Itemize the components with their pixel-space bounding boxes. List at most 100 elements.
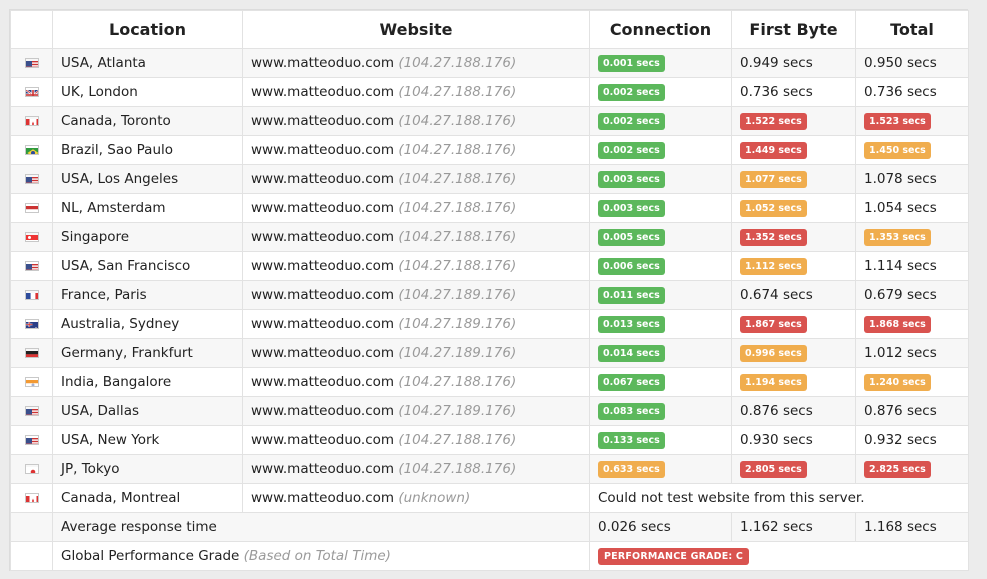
first-byte-cell-badge: 1.112 secs bbox=[740, 258, 807, 275]
header-first-byte[interactable]: First Byte bbox=[731, 10, 856, 49]
average-total-value: 1.168 secs bbox=[864, 519, 937, 535]
location-text: USA, Atlanta bbox=[61, 55, 146, 71]
header-total[interactable]: Total bbox=[855, 10, 969, 49]
india-flag-icon bbox=[24, 377, 39, 387]
table-row: Brazil, Sao Paulo www.matteoduo.com (104.… bbox=[10, 135, 969, 165]
connection-cell-badge: 0.002 secs bbox=[598, 142, 665, 159]
error-cell: Could not test website from this server. bbox=[589, 483, 969, 513]
flag-cell bbox=[10, 77, 53, 107]
first-byte-cell: 0.930 secs bbox=[731, 425, 856, 455]
connection-cell: 0.001 secs bbox=[589, 48, 732, 78]
total-cell-badge: 1.868 secs bbox=[864, 316, 931, 333]
singapore-flag-icon bbox=[24, 232, 39, 242]
header-connection[interactable]: Connection bbox=[589, 10, 732, 49]
website-text: www.matteoduo.com bbox=[251, 84, 395, 100]
first-byte-cell: 1.867 secs bbox=[731, 309, 856, 339]
australia-flag-icon bbox=[24, 319, 39, 329]
website-cell: www.matteoduo.com (104.27.189.176) bbox=[242, 309, 590, 339]
location-text: France, Paris bbox=[61, 287, 147, 303]
flag-cell bbox=[10, 541, 53, 571]
first-byte-cell-badge: 1.352 secs bbox=[740, 229, 807, 246]
location-text: Germany, Frankfurt bbox=[61, 345, 193, 361]
website-text: www.matteoduo.com bbox=[251, 432, 395, 448]
location-cell: Canada, Toronto bbox=[52, 106, 243, 136]
location-text: NL, Amsterdam bbox=[61, 200, 166, 216]
website-cell: www.matteoduo.com (104.27.188.176) bbox=[242, 77, 590, 107]
connection-cell-badge: 0.011 secs bbox=[598, 287, 665, 304]
connection-cell-badge: 0.006 secs bbox=[598, 258, 665, 275]
first-byte-cell: 0.876 secs bbox=[731, 396, 856, 426]
grade-badge-cell: PERFORMANCE GRADE: C bbox=[589, 541, 969, 571]
first-byte-cell-value: 0.930 secs bbox=[740, 432, 813, 448]
total-cell: 1.114 secs bbox=[855, 251, 969, 281]
performance-grade-badge: PERFORMANCE GRADE: C bbox=[598, 548, 750, 565]
location-text: Singapore bbox=[61, 229, 130, 245]
first-byte-cell-badge: 1.867 secs bbox=[740, 316, 807, 333]
flag-cell bbox=[10, 338, 53, 368]
connection-cell-badge: 0.133 secs bbox=[598, 432, 665, 449]
first-byte-cell-badge: 0.996 secs bbox=[740, 345, 807, 362]
first-byte-cell: 1.052 secs bbox=[731, 193, 856, 223]
website-text: www.matteoduo.com bbox=[251, 258, 395, 274]
location-cell: JP, Tokyo bbox=[52, 454, 243, 484]
total-cell-value: 0.950 secs bbox=[864, 55, 937, 71]
website-cell: www.matteoduo.com (104.27.188.176) bbox=[242, 367, 590, 397]
first-byte-cell-badge: 1.194 secs bbox=[740, 374, 807, 391]
connection-cell: 0.006 secs bbox=[589, 251, 732, 281]
average-connection: 0.026 secs bbox=[589, 512, 732, 542]
location-text: Canada, Toronto bbox=[61, 113, 171, 129]
connection-cell-badge: 0.001 secs bbox=[598, 55, 665, 72]
ip-address: (104.27.188.176) bbox=[398, 171, 517, 187]
connection-cell: 0.003 secs bbox=[589, 193, 732, 223]
flag-cell bbox=[10, 367, 53, 397]
flag-cell bbox=[10, 106, 53, 136]
total-cell-badge: 2.825 secs bbox=[864, 461, 931, 478]
website-text: www.matteoduo.com bbox=[251, 200, 395, 216]
table-row: India, Bangalore www.matteoduo.com (104.2… bbox=[10, 367, 969, 397]
location-cell: Australia, Sydney bbox=[52, 309, 243, 339]
ip-address: (104.27.188.176) bbox=[398, 113, 517, 129]
flag-cell bbox=[10, 251, 53, 281]
header-flag bbox=[10, 10, 53, 49]
total-cell: 1.078 secs bbox=[855, 164, 969, 194]
canada-flag-icon bbox=[24, 116, 39, 126]
connection-cell: 0.633 secs bbox=[589, 454, 732, 484]
header-location[interactable]: Location bbox=[52, 10, 243, 49]
website-cell: www.matteoduo.com (104.27.188.176) bbox=[242, 193, 590, 223]
website-text: www.matteoduo.com bbox=[251, 171, 395, 187]
first-byte-cell-badge: 1.522 secs bbox=[740, 113, 807, 130]
website-cell: www.matteoduo.com (104.27.188.176) bbox=[242, 48, 590, 78]
table-row: USA, New York www.matteoduo.com (104.27.1… bbox=[10, 425, 969, 455]
location-text: Canada, Montreal bbox=[61, 490, 181, 506]
connection-cell: 0.011 secs bbox=[589, 280, 732, 310]
flag-cell bbox=[10, 483, 53, 513]
total-cell: 1.868 secs bbox=[855, 309, 969, 339]
ip-address: (104.27.188.176) bbox=[398, 200, 517, 216]
error-message: Could not test website from this server. bbox=[598, 490, 865, 506]
netherlands-flag-icon bbox=[24, 203, 39, 213]
ip-address: (104.27.188.176) bbox=[398, 461, 517, 477]
flag-cell bbox=[10, 396, 53, 426]
total-cell-value: 0.736 secs bbox=[864, 84, 937, 100]
us-flag-icon bbox=[24, 406, 39, 416]
grade-row: Global Performance Grade (Based on Total… bbox=[10, 541, 969, 571]
website-cell: www.matteoduo.com (unknown) bbox=[242, 483, 590, 513]
flag-cell bbox=[10, 425, 53, 455]
table-row: USA, Los Angeles www.matteoduo.com (104.2… bbox=[10, 164, 969, 194]
total-cell: 1.523 secs bbox=[855, 106, 969, 136]
connection-cell-badge: 0.067 secs bbox=[598, 374, 665, 391]
website-cell: www.matteoduo.com (104.27.188.176) bbox=[242, 164, 590, 194]
header-website[interactable]: Website bbox=[242, 10, 590, 49]
location-cell: UK, London bbox=[52, 77, 243, 107]
website-cell: www.matteoduo.com (104.27.189.176) bbox=[242, 280, 590, 310]
results-table: Location Website Connection First Byte T… bbox=[10, 10, 969, 571]
connection-cell: 0.013 secs bbox=[589, 309, 732, 339]
connection-cell-badge: 0.014 secs bbox=[598, 345, 665, 362]
uk-flag-icon bbox=[24, 87, 39, 97]
location-cell: USA, Los Angeles bbox=[52, 164, 243, 194]
website-text: www.matteoduo.com bbox=[251, 55, 395, 71]
total-cell-value: 1.114 secs bbox=[864, 258, 937, 274]
ip-address: (104.27.188.176) bbox=[398, 374, 517, 390]
flag-cell bbox=[10, 135, 53, 165]
first-byte-cell: 0.674 secs bbox=[731, 280, 856, 310]
